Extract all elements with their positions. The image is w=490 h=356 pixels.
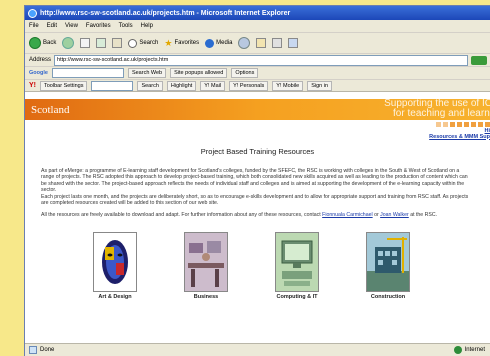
menu-help[interactable]: Help — [141, 23, 153, 29]
home-button[interactable] — [112, 38, 123, 48]
google-search-input[interactable] — [51, 68, 124, 78]
refresh-button[interactable] — [96, 38, 107, 48]
browser-window: http://www.rsc-sw-scotland.ac.uk/project… — [25, 6, 490, 356]
decorative-dots — [436, 122, 490, 127]
category-label: Art & Design — [98, 294, 132, 300]
contact-link-1[interactable]: Fionnuala Carmichael — [322, 212, 372, 218]
category-art-design[interactable]: Art & Design — [91, 232, 139, 300]
media-icon — [205, 38, 215, 48]
business-image — [184, 232, 228, 292]
projects-paragraph: Each project lasts one month, and the pr… — [41, 193, 469, 207]
menu-view[interactable]: View — [65, 23, 78, 29]
building-site-icon — [367, 233, 409, 291]
art-design-image — [93, 232, 137, 292]
address-input[interactable]: http://www.rsc-sw-scotland.ac.uk/project… — [54, 54, 468, 66]
intro-paragraph: As part of eMerge: a programme of E-lear… — [41, 168, 468, 194]
favorites-button[interactable]: ★ Favorites — [164, 38, 199, 49]
construction-image — [366, 232, 410, 292]
menu-bar: File Edit View Favorites Tools Help — [25, 20, 490, 33]
yahoo-search-input[interactable] — [91, 80, 134, 91]
security-zone: Internet — [453, 346, 485, 354]
search-button[interactable]: Search — [128, 38, 158, 48]
contact-link-2[interactable]: Joan Walker — [380, 212, 409, 218]
site-logo[interactable]: Scotland — [31, 104, 70, 116]
yahoo-signin-button[interactable]: Sign in — [307, 80, 333, 91]
media-button[interactable]: Media — [205, 38, 232, 48]
globe-icon — [453, 346, 462, 354]
ie-logo-icon — [28, 8, 37, 18]
menu-edit[interactable]: Edit — [47, 23, 57, 29]
google-toolbar: Google Search Web Site popups allowed Op… — [25, 67, 490, 80]
page-done-icon — [29, 346, 37, 354]
menu-file[interactable]: File — [29, 23, 39, 29]
side-links: Hi Resources & MMM Sup — [429, 128, 490, 141]
yahoo-toolbar: Y! Toolbar Settings Search Highlight Y! … — [25, 80, 490, 92]
history-button[interactable] — [238, 37, 251, 49]
side-link-resources[interactable]: Resources & MMM Sup — [429, 134, 490, 141]
yahoo-mail-button[interactable]: Y! Mail — [200, 80, 226, 91]
site-banner: Scotland Supporting the use of IC for te… — [25, 99, 490, 120]
yahoo-mobile-button[interactable]: Y! Mobile — [272, 80, 304, 91]
mask-art-icon — [98, 236, 132, 288]
computer-icon — [276, 233, 318, 291]
zone-label: Internet — [464, 347, 485, 353]
print-button[interactable] — [272, 38, 283, 48]
page-content: Scotland Supporting the use of IC for te… — [25, 99, 490, 344]
search-icon — [128, 38, 138, 48]
edit-button[interactable] — [288, 38, 299, 48]
yahoo-personals-button[interactable]: Y! Personals — [229, 80, 269, 91]
menu-favorites[interactable]: Favorites — [86, 23, 111, 29]
address-bar: Address http://www.rsc-sw-scotland.ac.uk… — [25, 54, 490, 67]
standard-toolbar: Back Search ★ Favorites Media — [25, 33, 490, 54]
category-construction[interactable]: Construction — [364, 232, 412, 300]
star-icon: ★ — [164, 37, 173, 48]
go-button[interactable] — [471, 55, 487, 65]
back-arrow-icon — [29, 37, 41, 49]
back-button[interactable]: Back — [29, 37, 56, 49]
status-text: Done — [40, 347, 55, 353]
office-scene-icon — [185, 233, 227, 291]
category-label: Computing & IT — [276, 294, 318, 300]
status-bar: Done Internet — [25, 343, 490, 356]
address-label: Address — [29, 57, 52, 63]
yahoo-logo: Y! — [29, 82, 36, 89]
category-computing[interactable]: Computing & IT — [273, 232, 321, 300]
forward-button[interactable] — [62, 37, 75, 49]
stop-button[interactable] — [80, 38, 91, 48]
category-business[interactable]: Business — [182, 232, 230, 300]
site-tagline: Supporting the use of IC for teaching an… — [384, 98, 490, 119]
google-options-button[interactable]: Options — [231, 68, 259, 78]
category-thumbnails: Art & Design Business Computing & IT Con… — [91, 232, 412, 300]
yahoo-highlight-button[interactable]: Highlight — [166, 80, 197, 91]
window-title: http://www.rsc-sw-scotland.ac.uk/project… — [40, 9, 291, 17]
menu-tools[interactable]: Tools — [119, 23, 133, 29]
title-bar: http://www.rsc-sw-scotland.ac.uk/project… — [25, 6, 490, 20]
page-title: Project Based Training Resources — [200, 147, 315, 156]
yahoo-toolbar-settings[interactable]: Toolbar Settings — [40, 80, 88, 91]
category-label: Construction — [370, 294, 406, 300]
mail-button[interactable] — [256, 38, 267, 48]
google-logo: Google — [29, 70, 48, 76]
google-popups-button[interactable]: Site popups allowed — [170, 68, 228, 78]
yahoo-search-button[interactable]: Search — [137, 80, 163, 91]
contact-paragraph: All the resources are freely available t… — [41, 212, 438, 219]
site-subheader: Hi Resources & MMM Sup — [25, 120, 490, 139]
category-label: Business — [193, 294, 219, 300]
google-search-web-button[interactable]: Search Web — [127, 68, 167, 78]
computing-image — [275, 232, 319, 292]
